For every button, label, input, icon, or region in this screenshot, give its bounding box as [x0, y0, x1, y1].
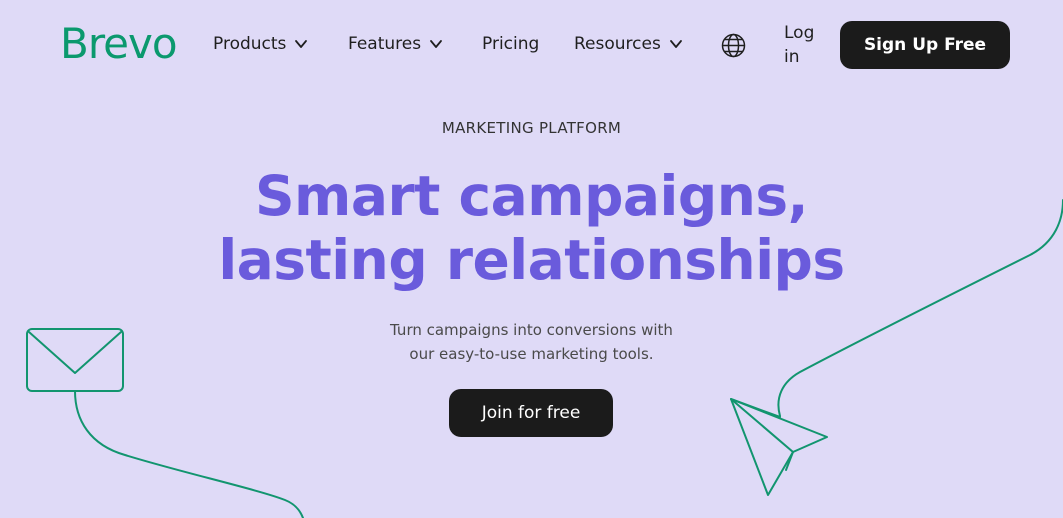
login-link[interactable]: Log in: [784, 21, 824, 69]
hero-headline: Smart campaigns, lasting relationships: [0, 164, 1063, 292]
nav-resources-label: Resources: [574, 34, 661, 54]
nav-products[interactable]: Products: [213, 32, 308, 56]
hero-headline-line1: Smart campaigns,: [254, 164, 809, 228]
join-free-button[interactable]: Join for free: [449, 389, 613, 437]
hero-subtext-line2: our easy-to-use marketing tools.: [409, 345, 654, 363]
nav-features-label: Features: [348, 34, 422, 54]
site-header: Brevo Products Features Pricing Resource…: [0, 0, 1063, 90]
globe-icon[interactable]: [721, 33, 746, 58]
nav-resources[interactable]: Resources: [574, 32, 683, 56]
signup-button[interactable]: Sign Up Free: [840, 21, 1010, 69]
hero-eyebrow: MARKETING PLATFORM: [441, 119, 622, 137]
hero-subtext-line1: Turn campaigns into conversions with: [390, 321, 673, 339]
chevron-down-icon: [669, 40, 682, 48]
nav-features[interactable]: Features: [348, 32, 443, 56]
nav-products-label: Products: [213, 34, 287, 54]
hero-headline-line2: lasting relationships: [218, 228, 845, 292]
chevron-down-icon: [295, 40, 308, 48]
hero-subtext: Turn campaigns into conversions with our…: [0, 318, 1063, 366]
nav-pricing-label: Pricing: [482, 34, 540, 54]
brand-logo[interactable]: Brevo: [60, 18, 178, 70]
nav-pricing[interactable]: Pricing: [482, 32, 539, 56]
chevron-down-icon: [430, 40, 443, 48]
